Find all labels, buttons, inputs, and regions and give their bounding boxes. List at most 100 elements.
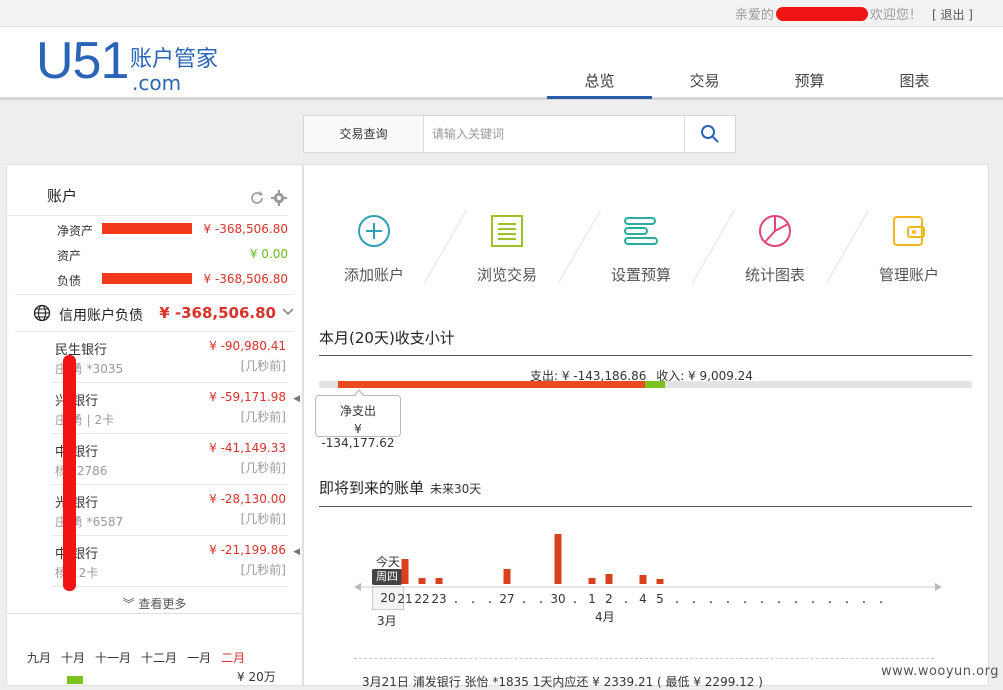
day-tick-label: . (624, 591, 628, 607)
bank-row[interactable]: 民生银行 庄 勇 *3035 ¥ -90,980.41 [几秒前] (51, 332, 288, 383)
bill-bar[interactable] (656, 579, 664, 584)
credit-group[interactable]: 信用账户负债 ¥ -368,506.80 (15, 294, 294, 332)
nav-overview[interactable]: 总览 (547, 71, 652, 99)
logout-link[interactable]: [ 退出 ] (932, 8, 973, 22)
day-tick-label: 5 (656, 592, 664, 606)
wallet-icon (893, 216, 925, 246)
chevron-down-icon[interactable] (282, 307, 294, 317)
bank-name: 中 银行 (55, 445, 99, 460)
month-tab[interactable]: 十一月 (95, 649, 131, 666)
logo[interactable]: U51 账户管家 .com (36, 35, 218, 95)
bill-bar[interactable] (605, 574, 613, 584)
day-tick-label: . (675, 591, 679, 607)
summary-value: ¥ -368,506.80 (203, 222, 289, 236)
day-tick-label: . (743, 591, 747, 607)
bank-amount: ¥ -28,130.00 (209, 492, 286, 506)
divider (7, 613, 302, 614)
expand-left-icon[interactable]: ◀ (293, 547, 300, 557)
upcoming-title: 即将到来的账单 (319, 479, 425, 497)
month-tab-active[interactable]: 二月 (221, 649, 245, 666)
bank-row[interactable]: 兴 银行 庄 勇 | 2卡 ¥ -59,171.98 [几秒前] ◀ (51, 383, 300, 434)
globe-icon (33, 304, 51, 322)
day-tick-label: . (879, 591, 883, 607)
bill-bar[interactable] (435, 578, 443, 584)
tooltip-caret-inner (354, 391, 364, 397)
add-circle-icon (358, 215, 390, 247)
day-tick-label: . (522, 591, 526, 607)
logo-com: .com (132, 71, 182, 95)
day-tick-label: 22 (414, 592, 429, 606)
bank-row[interactable]: 中 银行 杨 *2786 ¥ -41,149.33 [几秒前] (51, 434, 288, 485)
bills-chart: 21 22 23... 27.. 30. 1 2. 4 5............. (354, 534, 942, 607)
bank-updated: [几秒前] (240, 563, 286, 577)
nav-transactions[interactable]: 交易 (652, 71, 757, 97)
day-tick-label: 2 (605, 592, 613, 606)
search-button[interactable] (684, 116, 735, 152)
accounts-title: 账户 (47, 187, 78, 205)
upcoming-subtitle: 未来30天 (430, 482, 482, 496)
bill-bar[interactable] (401, 559, 409, 584)
month-chart-label: ¥ 20万 (237, 670, 276, 684)
quick-stats-charts[interactable]: 统计图表 (708, 210, 842, 285)
bill-bar[interactable] (503, 569, 511, 584)
month-tab[interactable]: 九月 (27, 649, 51, 666)
quick-add-account[interactable]: 添加账户 (307, 210, 441, 285)
summary-assets: 资产 ¥ 0.00 (7, 241, 288, 266)
refresh-icon[interactable] (248, 189, 266, 207)
quick-manage-accounts[interactable]: 管理账户 (842, 210, 976, 285)
view-more-link[interactable]: ︾ 查看更多 (7, 595, 302, 612)
summary-value: ¥ 0.00 (249, 247, 288, 261)
summary-liabilities: 负债 ¥ -368,506.80 (7, 266, 288, 291)
search-type-label[interactable]: 交易查询 (304, 116, 424, 152)
list-icon (491, 215, 523, 247)
chevrons-down-icon: ︾ (122, 597, 135, 611)
day-tick-label: . (539, 591, 543, 607)
bank-holder: 杨 | 2卡 (55, 566, 99, 580)
quick-browse-transactions[interactable]: 浏览交易 (440, 210, 574, 285)
summary-value: ¥ -368,506.80 (203, 272, 289, 286)
divider (354, 658, 934, 660)
day-tick-label: . (488, 591, 492, 607)
day-tick-label: . (845, 591, 849, 607)
accounts-tools (248, 189, 288, 207)
quick-set-budget[interactable]: 设置预算 (574, 210, 708, 285)
bill-bar[interactable] (588, 578, 596, 584)
bank-amount: ¥ -41,149.33 (209, 441, 286, 455)
bill-bar[interactable] (418, 578, 426, 584)
day-tick-label: . (454, 591, 458, 607)
expand-left-icon[interactable]: ◀ (293, 394, 300, 404)
gear-icon[interactable] (270, 189, 288, 207)
quick-actions: 添加账户 浏览交易 设置预算 统计图表 管理账户 (304, 210, 988, 290)
summary-label: 负债 (57, 274, 82, 288)
upcoming-bills-title: 即将到来的账单 未来30天 (319, 477, 481, 498)
quick-action-label: 浏览交易 (476, 266, 537, 284)
bank-row[interactable]: 光 银行 庄 勇 *6587 ¥ -28,130.00 [几秒前] (51, 485, 288, 536)
view-more-label: 查看更多 (138, 597, 187, 611)
day-tick-label: 21 (397, 592, 412, 606)
day-tick-label: . (862, 591, 866, 607)
nav-budget[interactable]: 预算 (757, 71, 862, 97)
bank-updated: [几秒前] (240, 359, 286, 373)
month-tab[interactable]: 一月 (187, 649, 211, 666)
redaction-bar (102, 223, 192, 234)
bill-bar[interactable] (554, 534, 562, 584)
search-icon (701, 125, 719, 143)
monthly-summary-title: 本月(20天)收支小计 (319, 329, 455, 347)
nav-charts[interactable]: 图表 (862, 71, 967, 97)
bill-bar[interactable] (639, 575, 647, 584)
day-tick-label: . (760, 591, 764, 607)
search-input[interactable] (424, 116, 684, 152)
divider (319, 355, 972, 356)
bank-row[interactable]: 中 银行 杨 | 2卡 ¥ -21,199.86 [几秒前] ◀ (51, 536, 300, 587)
month-tab[interactable]: 十月 (61, 649, 85, 666)
logo-text: 账户管家 .com (130, 41, 218, 95)
pie-chart-icon (759, 215, 791, 247)
accounts-panel: 账户 净资产 ¥ -368,506.80 资产 ¥ 0.00 负债 ¥ -368… (6, 164, 303, 686)
bank-updated: [几秒前] (240, 461, 286, 475)
month-label: 4月 (595, 610, 615, 624)
bill-row[interactable]: 3月21日 浦发银行 张怡 *1835 1天内应还 ¥ 2339.21 ( 最低… (362, 673, 763, 690)
summary-label: 净资产 (57, 224, 94, 238)
month-tab[interactable]: 十二月 (141, 649, 177, 666)
quick-action-label: 统计图表 (744, 266, 805, 284)
expense-bar (338, 381, 645, 388)
